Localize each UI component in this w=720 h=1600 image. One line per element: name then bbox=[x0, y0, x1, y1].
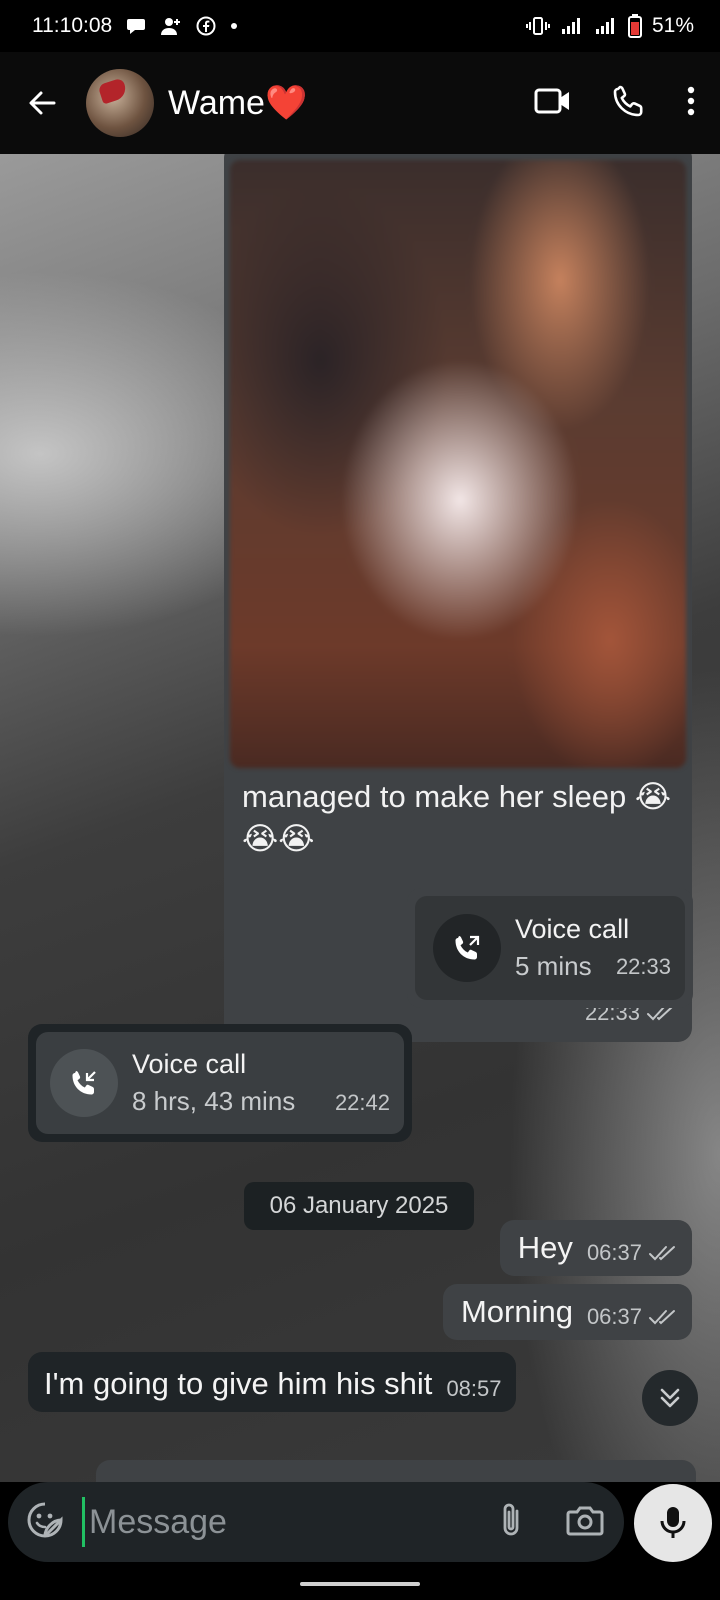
voice-call-icon[interactable] bbox=[612, 84, 646, 123]
message-text: I'm going to give him his shit bbox=[44, 1366, 433, 1401]
chat-header: Wame❤️ bbox=[0, 52, 720, 154]
call-card[interactable]: Voice call 5 mins 22:33 bbox=[415, 896, 685, 1000]
status-right: 51% bbox=[525, 14, 694, 38]
status-bar: 11:10:08 51% bbox=[0, 0, 720, 52]
signal-icon bbox=[560, 16, 584, 36]
back-arrow-icon bbox=[29, 91, 56, 115]
message-text: Hey bbox=[517, 1230, 573, 1265]
call-text: Voice call 8 hrs, 43 mins bbox=[132, 1049, 295, 1117]
attachment-icon[interactable] bbox=[498, 1501, 524, 1544]
double-chevron-down-icon bbox=[660, 1388, 680, 1408]
date-divider: 06 January 2025 bbox=[244, 1182, 474, 1230]
message-text: Morning bbox=[460, 1294, 573, 1329]
facebook-icon bbox=[196, 16, 216, 36]
message-input-wrapper[interactable] bbox=[82, 1497, 498, 1547]
message-input[interactable] bbox=[89, 1502, 498, 1542]
chat-area[interactable]: managed to make her sleep 😭😭😭 22:33 Voic… bbox=[0, 154, 720, 1482]
read-ticks-icon bbox=[649, 1310, 675, 1325]
call-duration: 5 mins bbox=[515, 951, 592, 981]
status-left: 11:10:08 bbox=[32, 14, 238, 38]
header-actions bbox=[534, 84, 700, 123]
message-time: 08:57 bbox=[446, 1376, 502, 1401]
scroll-to-bottom-button[interactable] bbox=[642, 1370, 698, 1426]
message-meta: 06:37 bbox=[587, 1304, 678, 1330]
incoming-call-icon bbox=[50, 1049, 118, 1117]
message-time: 22:33 bbox=[615, 954, 671, 979]
partial-message[interactable] bbox=[96, 1460, 696, 1482]
dot-icon bbox=[230, 22, 238, 30]
text-message-incoming[interactable]: I'm going to give him his shit 08:57 bbox=[28, 1352, 516, 1412]
message-input-container[interactable] bbox=[8, 1482, 624, 1562]
camera-icon[interactable] bbox=[566, 1503, 604, 1542]
call-title: Voice call bbox=[132, 1049, 247, 1079]
photo-attachment[interactable] bbox=[230, 160, 686, 768]
chat-bubble-icon bbox=[126, 17, 146, 35]
composer-bar bbox=[0, 1482, 720, 1562]
voice-call-outgoing-message[interactable]: Voice call 5 mins 22:33 bbox=[407, 888, 693, 1008]
call-duration: 8 hrs, 43 mins bbox=[132, 1086, 296, 1116]
outgoing-call-icon bbox=[433, 914, 501, 982]
system-navigation-bar bbox=[0, 1562, 720, 1600]
vibrate-icon bbox=[525, 16, 550, 36]
voice-record-button[interactable] bbox=[634, 1484, 712, 1562]
message-meta: 06:37 bbox=[587, 1240, 678, 1266]
battery-icon bbox=[627, 14, 642, 38]
message-time: 06:37 bbox=[586, 1304, 642, 1329]
add-person-icon bbox=[160, 16, 182, 36]
text-message-outgoing[interactable]: Morning 06:37 bbox=[442, 1284, 692, 1340]
call-text: Voice call 5 mins bbox=[515, 914, 629, 982]
sticker-icon[interactable] bbox=[26, 1501, 64, 1544]
home-indicator[interactable] bbox=[300, 1582, 420, 1586]
contact-avatar[interactable] bbox=[86, 69, 154, 137]
message-time: 06:37 bbox=[586, 1240, 642, 1265]
call-title: Voice call bbox=[515, 914, 630, 944]
text-message-outgoing[interactable]: Hey 06:37 bbox=[499, 1220, 692, 1276]
battery-percent: 51% bbox=[651, 14, 694, 37]
video-call-icon[interactable] bbox=[534, 87, 572, 120]
read-ticks-icon bbox=[649, 1246, 675, 1261]
back-button[interactable] bbox=[20, 81, 64, 125]
call-card[interactable]: Voice call 8 hrs, 43 mins 22:42 bbox=[36, 1032, 404, 1134]
signal-icon bbox=[594, 16, 618, 36]
microphone-icon bbox=[660, 1507, 686, 1538]
message-time: 22:42 bbox=[334, 1090, 390, 1115]
contact-name[interactable]: Wame❤️ bbox=[168, 83, 307, 123]
voice-call-incoming-message[interactable]: Voice call 8 hrs, 43 mins 22:42 bbox=[28, 1024, 412, 1142]
photo-caption: managed to make her sleep 😭😭😭 bbox=[242, 779, 672, 856]
more-options-icon[interactable] bbox=[686, 85, 696, 122]
status-time: 11:10:08 bbox=[32, 14, 113, 37]
